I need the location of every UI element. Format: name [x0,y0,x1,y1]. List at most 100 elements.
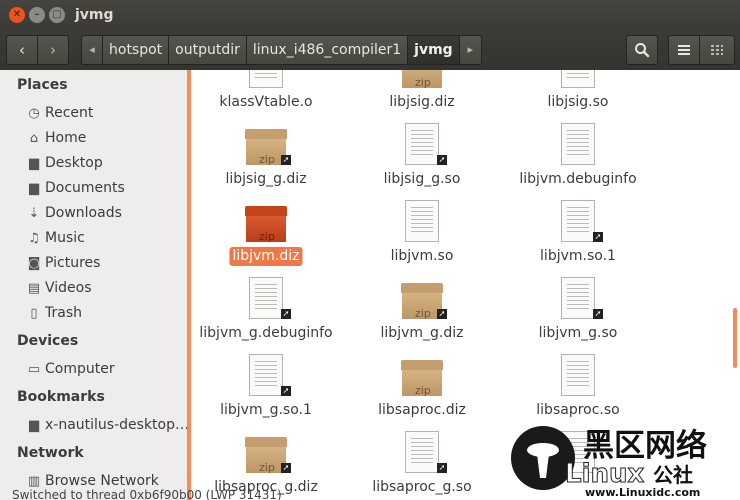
folder-icon: ▆ [29,418,39,433]
sidebar-heading-network: Network [17,445,84,461]
home-icon: ⌂ [29,131,39,146]
file-name-label: libjsig.diz [389,94,455,110]
breadcrumb-item-hotspot[interactable]: hotspot [103,35,170,65]
sidebar-heading-devices: Devices [17,333,79,349]
file-icon-area [191,70,341,90]
sidebar-item-music[interactable]: ♫ Music [26,227,85,249]
file-icon-area: ➚ [191,352,341,398]
symlink-arrow-icon: ➚ [437,309,447,319]
archive-tag: zip [415,307,431,320]
symlink-arrow-icon: ➚ [281,386,291,396]
back-button[interactable]: ‹ [6,35,38,65]
sidebar-item-label: Recent [45,105,94,121]
sidebar-item-recent[interactable]: ◷ Recent [26,102,93,124]
minimize-window-button[interactable]: – [29,7,45,23]
file-icon-area: zip [347,70,497,90]
breadcrumb-scroll-right-button[interactable]: ▸ [459,35,482,65]
breadcrumb-item-linux-compiler[interactable]: linux_i486_compiler1 [246,35,409,65]
sidebar-item-computer[interactable]: ▭ Computer [26,358,115,380]
camera-icon: ◙ [27,256,41,271]
list-view-icon [678,45,690,55]
title-bar[interactable]: ✕ – □ jvmg [0,0,740,32]
file-name-label: libsaproc.diz [378,402,466,418]
file-name-label: libsaproc_g.so [372,479,472,495]
sidebar-item-trash[interactable]: ▯ Trash [26,302,82,324]
clock-icon: ◷ [28,106,40,121]
file-name-label: libjvm.so [390,248,454,264]
forward-button[interactable]: › [37,35,69,65]
file-name-label: libjvm.debuginfo [519,171,637,187]
breadcrumb-item-jvmg[interactable]: jvmg [408,35,460,65]
text-file-icon [561,354,595,396]
text-file-icon [561,70,595,88]
breadcrumb-scroll-left-button[interactable]: ◂ [81,35,103,65]
file-icon-area: ➚ [503,198,653,244]
text-file-icon [405,123,439,165]
file-icon-area [347,198,497,244]
sidebar-item-desktop[interactable]: ▆ Desktop [26,152,103,174]
symlink-arrow-icon: ➚ [437,463,447,473]
window-title: jvmg [75,7,114,23]
sidebar-heading-places: Places [17,77,68,93]
file-name-label: libjsig_g.so [383,171,461,187]
chevron-left-icon: ‹ [19,41,25,59]
symlink-arrow-icon: ➚ [281,309,291,319]
grid-view-button[interactable] [699,35,735,65]
symlink-arrow-icon: ➚ [281,155,291,165]
sidebar-item-desktop-bookmark[interactable]: ▆ x-nautilus-desktop… [26,414,189,436]
close-window-button[interactable]: ✕ [9,7,25,23]
sidebar-item-label: Documents [45,180,125,196]
watermark-suffix: 公社 [653,463,693,487]
file-icon-area [503,352,653,398]
list-view-button[interactable] [668,35,700,65]
documents-icon: ▆ [29,181,39,196]
sidebar: Places ◷ Recent ⌂ Home ▆ Desktop ▆ Documents… [0,70,190,500]
sidebar-item-label: Home [45,130,87,146]
symlink-arrow-icon: ➚ [437,155,447,165]
file-icon-area [503,70,653,90]
maximize-window-button[interactable]: □ [49,7,65,23]
sidebar-item-label: Browse Network [45,473,159,489]
archive-tag: zip [259,461,275,474]
sidebar-item-videos[interactable]: ▤ Videos [26,277,92,299]
symlink-arrow-icon: ➚ [593,309,603,319]
symlink-arrow-icon: ➚ [281,463,291,473]
search-button[interactable] [626,35,658,65]
folder-icon: ▆ [29,156,39,171]
sidebar-item-home[interactable]: ⌂ Home [26,127,86,149]
sidebar-item-label: x-nautilus-desktop… [45,417,189,433]
sidebar-item-downloads[interactable]: ⇣ Downloads [26,202,122,224]
sidebar-item-label: Music [45,230,85,246]
sidebar-heading-bookmarks: Bookmarks [17,389,105,405]
sidebar-item-label: Desktop [45,155,103,171]
file-name-label: libjvm.diz [229,247,303,266]
sidebar-item-pictures[interactable]: ◙ Pictures [26,252,101,274]
sidebar-item-documents[interactable]: ▆ Documents [26,177,125,199]
file-name-label: klassVtable.o [219,94,313,110]
search-icon [635,43,650,58]
file-icon-area: ➚ [347,121,497,167]
file-icon-area: zip [191,198,341,244]
trash-icon: ▯ [30,306,38,321]
scrollbar-thumb[interactable] [733,308,737,368]
grid-view-icon [711,45,723,55]
chevron-right-icon: › [50,41,56,59]
status-text: Switched to thread 0xb6f90b00 (LWP 31431… [12,488,282,500]
text-file-icon [249,70,283,88]
computer-icon: ▭ [27,362,41,377]
toolbar: ‹ › ◂ hotspot outputdir linux_i486_compi… [0,32,740,70]
caret-left-icon: ◂ [89,43,95,56]
breadcrumb: ◂ hotspot outputdir linux_i486_compiler1… [81,35,482,65]
breadcrumb-item-outputdir[interactable]: outputdir [169,35,247,65]
watermark-url: www.Linuxidc.com [585,486,700,499]
caret-right-icon: ▸ [467,43,473,56]
text-file-icon [561,277,595,319]
sidebar-item-label: Videos [45,280,92,296]
archive-tag: zip [415,384,431,397]
archive-tag: zip [259,153,275,166]
file-icon-area: ➚ [191,275,341,321]
file-name-label: libjvm_g.so [538,325,618,341]
sidebar-item-label: Computer [45,361,115,377]
file-name-label: libjvm_g.diz [380,325,464,341]
text-file-icon [405,431,439,473]
